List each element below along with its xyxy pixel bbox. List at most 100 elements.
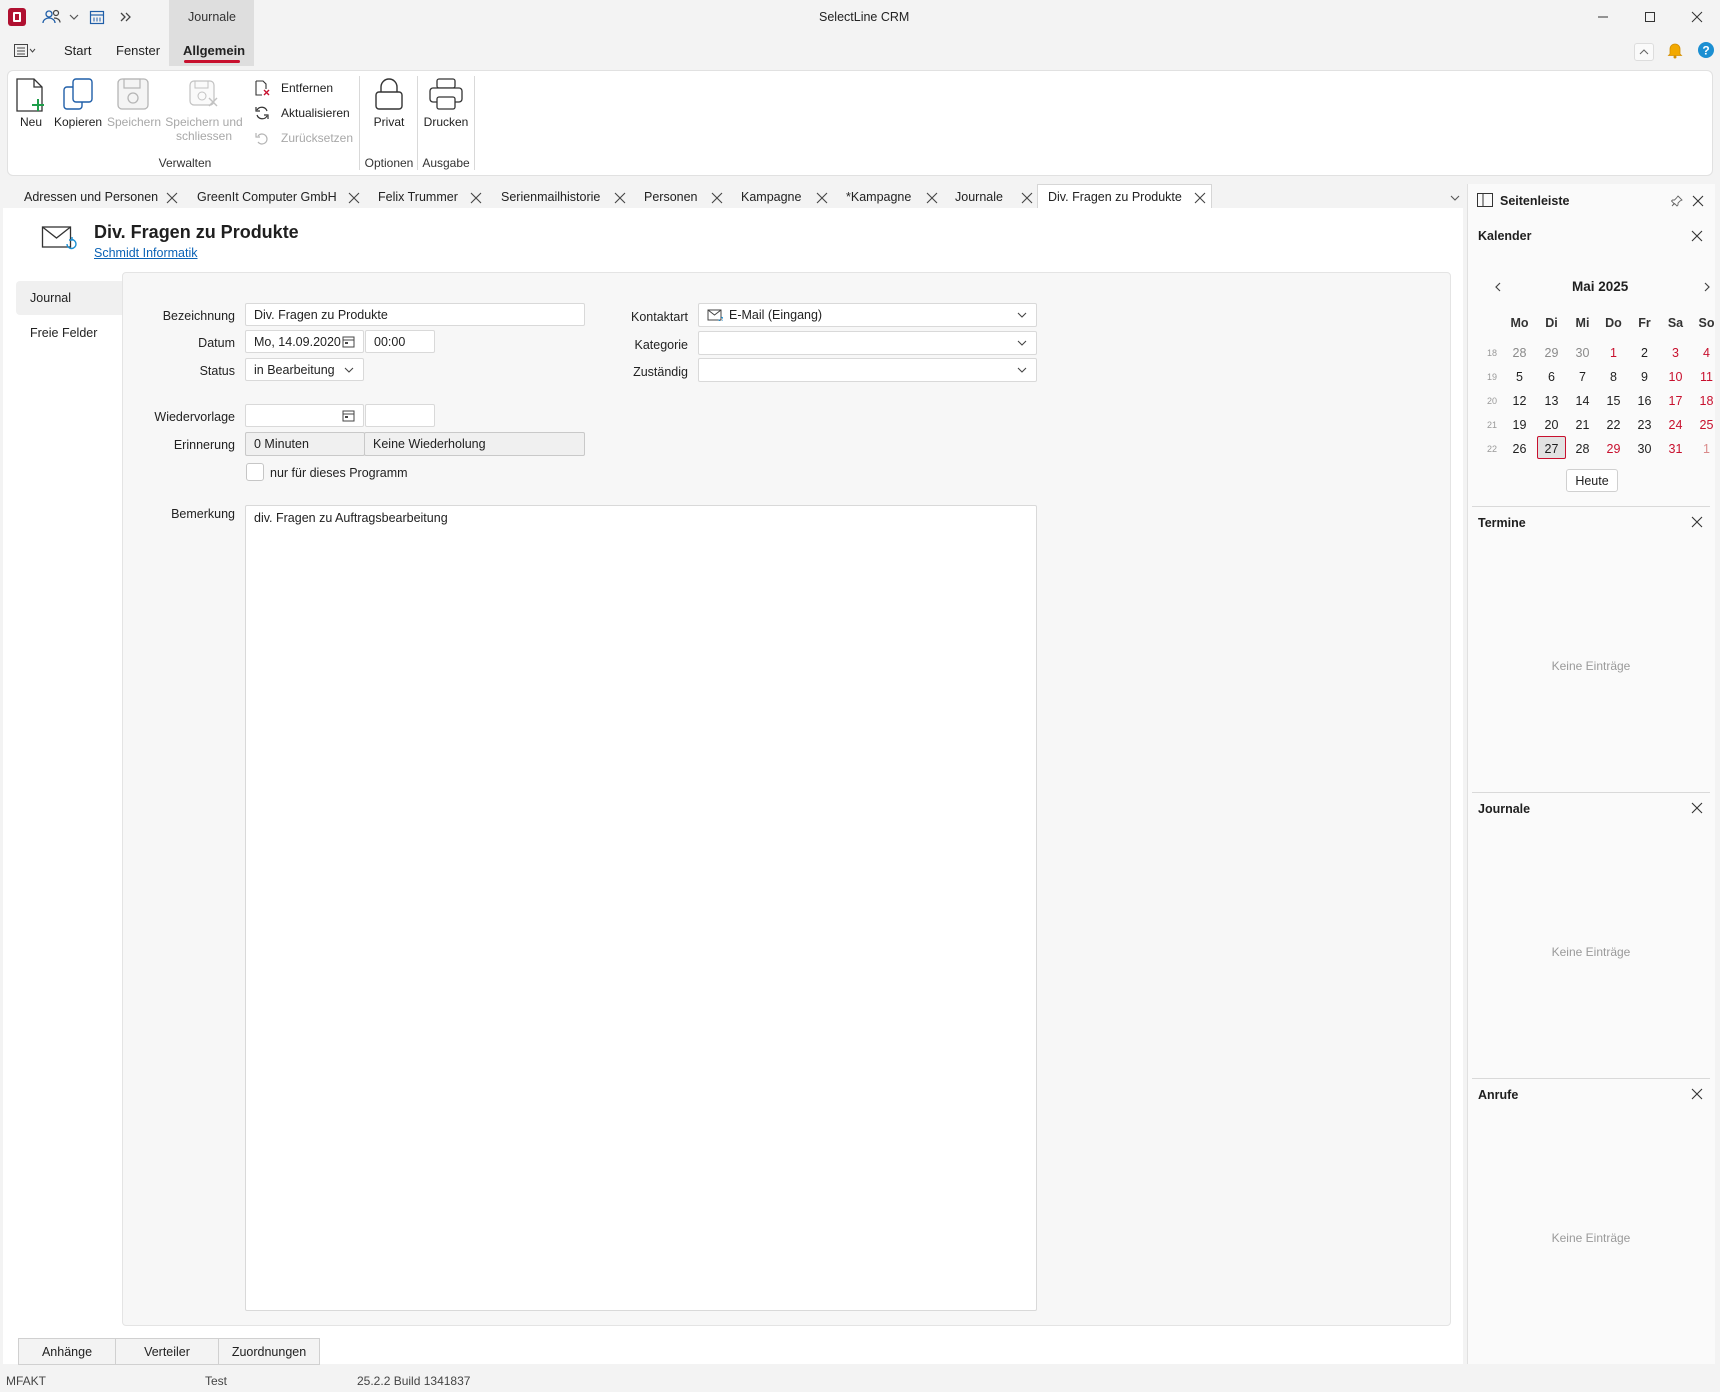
calendar-day[interactable]: 10 — [1660, 370, 1691, 384]
calendar-day[interactable]: 6 — [1536, 370, 1567, 384]
maximize-button[interactable] — [1643, 10, 1657, 24]
status-select[interactable]: in Bearbeitung — [245, 358, 364, 381]
save-close-button-line1[interactable]: Speichern und — [164, 115, 244, 129]
calendar-day[interactable]: 2 — [1629, 346, 1660, 360]
calendar-day[interactable]: 23 — [1629, 418, 1660, 432]
kategorie-select[interactable] — [698, 331, 1037, 355]
doc-tab-serienmail[interactable]: Serienmailhistorie — [501, 190, 600, 204]
calendar-day[interactable]: 11 — [1691, 370, 1720, 384]
close-tab-icon[interactable] — [166, 192, 178, 204]
date-picker-icon[interactable] — [342, 335, 355, 348]
datum-input[interactable]: Mo, 14.09.2020 — [245, 330, 364, 353]
next-month-icon[interactable] — [1703, 282, 1711, 292]
today-button[interactable]: Heute — [1566, 469, 1618, 492]
calendar-day-today[interactable]: 27 — [1536, 442, 1567, 456]
bemerkung-textarea[interactable]: div. Fragen zu Auftragsbearbeitung — [245, 505, 1037, 1311]
kontaktart-select[interactable]: E-Mail (Eingang) — [698, 303, 1037, 327]
calendar-day[interactable]: 1 — [1598, 346, 1629, 360]
calendar-day[interactable]: 15 — [1598, 394, 1629, 408]
new-document-icon[interactable] — [14, 77, 48, 113]
calendar-icon[interactable] — [89, 9, 105, 25]
close-tab-icon[interactable] — [711, 192, 723, 204]
new-button[interactable]: Neu — [19, 115, 43, 129]
calendar-day[interactable]: 3 — [1660, 346, 1691, 360]
doc-tab-div-fragen[interactable]: Div. Fragen zu Produkte — [1048, 190, 1182, 204]
tab-list-chevron-icon[interactable] — [1449, 193, 1461, 203]
prev-month-icon[interactable] — [1494, 282, 1502, 292]
calendar-day[interactable]: 30 — [1567, 346, 1598, 360]
copy-icon[interactable] — [60, 77, 96, 113]
close-tab-icon[interactable] — [614, 192, 626, 204]
bell-icon[interactable] — [1666, 41, 1684, 59]
calendar-day[interactable]: 18 — [1691, 394, 1720, 408]
doc-tab-greenit[interactable]: GreenIt Computer GmbH — [197, 190, 337, 204]
close-tab-icon[interactable] — [926, 192, 938, 204]
close-anrufe-icon[interactable] — [1691, 1088, 1703, 1100]
close-termine-icon[interactable] — [1691, 516, 1703, 528]
calendar-day[interactable]: 13 — [1536, 394, 1567, 408]
close-tab-icon[interactable] — [1194, 192, 1206, 204]
doc-tab-kampagne-modified[interactable]: *Kampagne — [846, 190, 911, 204]
calendar-day[interactable]: 12 — [1504, 394, 1535, 408]
ribbon-tab-fenster[interactable]: Fenster — [116, 43, 160, 58]
copy-button[interactable]: Kopieren — [54, 115, 102, 129]
wiedervorlage-date-input[interactable] — [245, 404, 364, 427]
bottom-tab-anhaenge[interactable]: Anhänge — [18, 1338, 116, 1365]
more-icon[interactable] — [120, 11, 132, 23]
bottom-tab-zuordnungen[interactable]: Zuordnungen — [218, 1338, 320, 1365]
nav-item-journal[interactable]: Journal — [30, 291, 71, 305]
nav-item-freie-felder[interactable]: Freie Felder — [30, 326, 97, 340]
calendar-month[interactable]: Mai 2025 — [1572, 279, 1628, 294]
doc-tab-journale[interactable]: Journale — [955, 190, 1003, 204]
calendar-day[interactable]: 5 — [1504, 370, 1535, 384]
calendar-day[interactable]: 24 — [1660, 418, 1691, 432]
delete-button[interactable]: Entfernen — [281, 81, 333, 95]
close-tab-icon[interactable] — [348, 192, 360, 204]
close-tab-icon[interactable] — [1021, 192, 1033, 204]
save-close-button-line2[interactable]: schliessen — [164, 129, 244, 143]
refresh-button[interactable]: Aktualisieren — [281, 106, 350, 120]
calendar-day[interactable]: 9 — [1629, 370, 1660, 384]
calendar-day[interactable]: 28 — [1567, 442, 1598, 456]
bottom-tab-verteiler[interactable]: Verteiler — [115, 1338, 219, 1365]
record-link[interactable]: Schmidt Informatik — [94, 246, 198, 260]
calendar-day[interactable]: 28 — [1504, 346, 1535, 360]
save-icon[interactable] — [116, 77, 150, 111]
calendar-day[interactable]: 4 — [1691, 346, 1720, 360]
calendar-day[interactable]: 26 — [1504, 442, 1535, 456]
erinnerung-wiederholung-field[interactable]: Keine Wiederholung — [364, 432, 585, 456]
collapse-ribbon-button[interactable] — [1634, 43, 1654, 61]
calendar-day[interactable]: 1 — [1691, 442, 1720, 456]
zeit-input[interactable]: 00:00 — [365, 330, 435, 353]
calendar-day[interactable]: 25 — [1691, 418, 1720, 432]
doc-tab-adressen[interactable]: Adressen und Personen — [24, 190, 158, 204]
pin-icon[interactable] — [1671, 195, 1683, 207]
undo-icon[interactable] — [254, 130, 270, 146]
bezeichnung-input[interactable]: Div. Fragen zu Produkte — [245, 303, 585, 326]
wiedervorlage-time-input[interactable] — [365, 404, 435, 427]
doc-tab-kampagne[interactable]: Kampagne — [741, 190, 801, 204]
calendar-day[interactable]: 21 — [1567, 418, 1598, 432]
help-icon[interactable]: ? — [1697, 41, 1715, 59]
program-only-checkbox[interactable] — [246, 463, 264, 481]
close-sidebar-icon[interactable] — [1692, 195, 1704, 207]
save-close-icon[interactable] — [188, 79, 220, 109]
delete-icon[interactable] — [254, 80, 270, 96]
calendar-day[interactable]: 29 — [1598, 442, 1629, 456]
printer-icon[interactable] — [428, 77, 464, 111]
save-button[interactable]: Speichern — [106, 115, 162, 129]
refresh-icon[interactable] — [254, 105, 270, 121]
calendar-day[interactable]: 29 — [1536, 346, 1567, 360]
calendar-day[interactable]: 8 — [1598, 370, 1629, 384]
lock-icon[interactable] — [373, 77, 405, 111]
users-icon[interactable] — [42, 9, 62, 25]
calendar-day[interactable]: 7 — [1567, 370, 1598, 384]
close-tab-icon[interactable] — [816, 192, 828, 204]
app-menu-icon[interactable] — [14, 44, 36, 58]
private-button[interactable]: Privat — [368, 115, 410, 129]
print-button[interactable]: Drucken — [421, 115, 471, 129]
calendar-day[interactable]: 22 — [1598, 418, 1629, 432]
close-tab-icon[interactable] — [470, 192, 482, 204]
minimize-button[interactable] — [1596, 10, 1610, 24]
zustaendig-select[interactable] — [698, 358, 1037, 382]
